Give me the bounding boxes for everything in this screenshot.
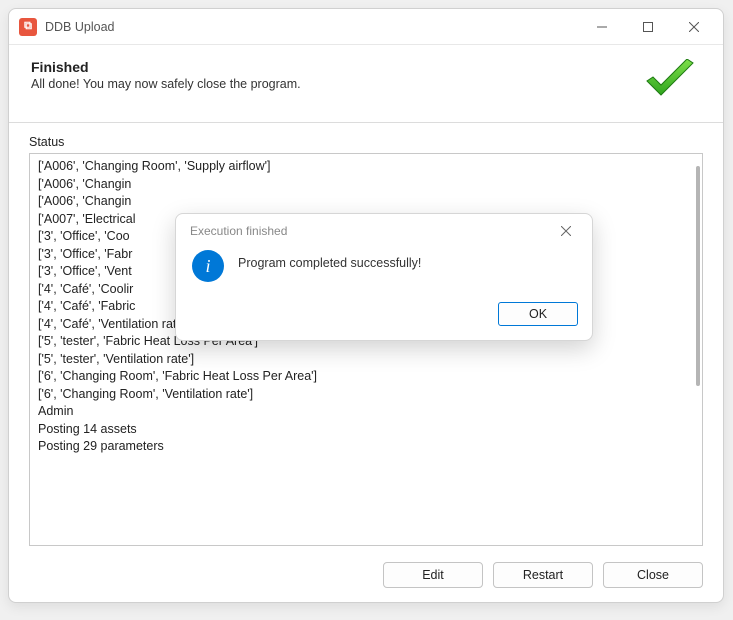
- edit-button[interactable]: Edit: [383, 562, 483, 588]
- log-line: ['A006', 'Changin: [38, 176, 694, 194]
- log-line: ['6', 'Changing Room', 'Ventilation rate…: [38, 386, 694, 404]
- log-line: Admin: [38, 403, 694, 421]
- dialog-close-button[interactable]: [546, 217, 586, 245]
- dialog-title: Execution finished: [190, 224, 546, 238]
- log-line: Posting 29 parameters: [38, 438, 694, 456]
- header-title: Finished: [31, 59, 643, 75]
- main-window: ⧉ DDB Upload Finished All done! You may …: [8, 8, 724, 603]
- close-window-button[interactable]: [671, 12, 717, 42]
- close-button[interactable]: Close: [603, 562, 703, 588]
- log-line: ['6', 'Changing Room', 'Fabric Heat Loss…: [38, 368, 694, 386]
- restart-button[interactable]: Restart: [493, 562, 593, 588]
- status-label: Status: [29, 135, 703, 149]
- checkmark-icon: [643, 59, 697, 106]
- message-dialog: Execution finished i Program completed s…: [175, 213, 593, 341]
- dialog-footer: OK: [176, 296, 592, 340]
- ok-button[interactable]: OK: [498, 302, 578, 326]
- footer: Edit Restart Close: [9, 552, 723, 602]
- app-icon: ⧉: [19, 18, 37, 36]
- log-line: ['5', 'tester', 'Ventilation rate']: [38, 351, 694, 369]
- window-title: DDB Upload: [45, 20, 579, 34]
- header-text: Finished All done! You may now safely cl…: [31, 59, 643, 91]
- log-line: Posting 14 assets: [38, 421, 694, 439]
- header-subtitle: All done! You may now safely close the p…: [31, 77, 643, 91]
- minimize-button[interactable]: [579, 12, 625, 42]
- info-icon: i: [192, 250, 224, 282]
- dialog-titlebar: Execution finished: [176, 214, 592, 248]
- header: Finished All done! You may now safely cl…: [9, 45, 723, 123]
- log-line: ['A006', 'Changing Room', 'Supply airflo…: [38, 158, 694, 176]
- log-line: ['A006', 'Changin: [38, 193, 694, 211]
- scrollbar[interactable]: [694, 156, 700, 543]
- scrollbar-thumb[interactable]: [696, 166, 700, 386]
- maximize-button[interactable]: [625, 12, 671, 42]
- status-log[interactable]: ['A006', 'Changing Room', 'Supply airflo…: [29, 153, 703, 546]
- titlebar: ⧉ DDB Upload: [9, 9, 723, 45]
- dialog-message: Program completed successfully!: [238, 250, 421, 270]
- dialog-body: i Program completed successfully!: [176, 248, 592, 296]
